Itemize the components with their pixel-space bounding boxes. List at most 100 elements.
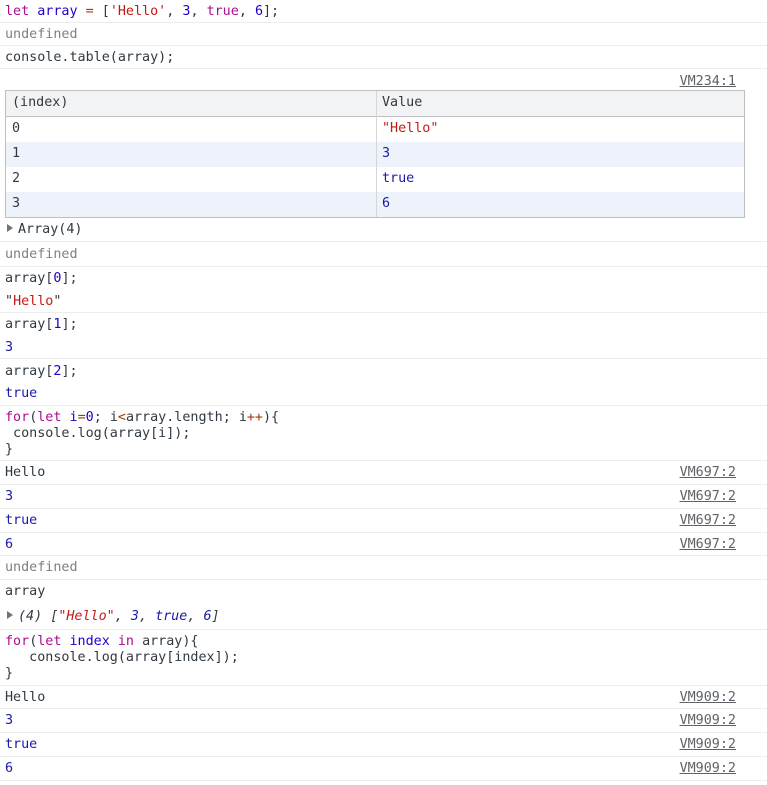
boolean-literal: true [206, 4, 239, 19]
punct: ; [222, 410, 239, 425]
keyword: for [5, 410, 30, 425]
array-length: (4) [18, 609, 43, 624]
array-preview[interactable]: (4) ["Hello", 3, true, 6] [7, 609, 220, 625]
log-row: true VM697:2 [0, 509, 767, 533]
punct: ]; [263, 4, 280, 19]
number-literal: 6 [254, 4, 263, 19]
number-literal: 3 [130, 609, 139, 624]
punct: array[ [5, 364, 54, 379]
punct: ] [211, 609, 220, 624]
operator: ++ [246, 410, 263, 425]
punct: [ [42, 609, 59, 624]
keyword: let [37, 634, 62, 649]
column-header-value[interactable]: Value [382, 95, 422, 110]
column-divider [376, 91, 377, 217]
string-literal: "Hello" [58, 609, 115, 624]
row-index: 2 [12, 171, 21, 186]
source-link[interactable]: VM234:1 [680, 74, 736, 90]
log-text: true [5, 513, 38, 528]
punct: [ [101, 4, 110, 19]
row-value: "Hello" [382, 121, 439, 136]
source-link[interactable]: VM697:2 [680, 465, 736, 481]
row-value: 6 [382, 196, 391, 211]
keyword: in [117, 634, 134, 649]
punct: array[ [5, 317, 54, 332]
source-link[interactable]: VM909:2 [680, 713, 736, 729]
quote: " [53, 294, 62, 309]
console-input-row[interactable]: array[0]; "Hello" [0, 267, 767, 313]
source-link[interactable]: VM697:2 [680, 537, 736, 553]
source-link[interactable]: VM697:2 [680, 513, 736, 529]
row-index: 1 [12, 146, 21, 161]
operator: < [117, 410, 126, 425]
log-row: Hello VM697:2 [0, 461, 767, 485]
source-link[interactable]: VM909:2 [680, 761, 736, 777]
code-line: } [5, 666, 14, 681]
console-input-row[interactable]: array (4) ["Hello", 3, true, 6] [0, 580, 767, 630]
console-result-row: undefined [0, 556, 767, 580]
punct: ]; [61, 271, 78, 286]
string-literal: 'Hello' [109, 4, 167, 19]
punct: , [190, 4, 199, 19]
console-input-row[interactable]: array[2]; true [0, 359, 767, 406]
log-text: 6 [5, 537, 14, 552]
keyword: let [37, 410, 62, 425]
expand-triangle-icon[interactable] [7, 611, 13, 619]
code-line: array[0]; [5, 271, 78, 287]
data-table: (index) Value 0 "Hello" 1 3 2 true 3 6 [5, 90, 745, 218]
keyword: for [5, 634, 30, 649]
punct: ; [93, 410, 110, 425]
punct: , [166, 4, 175, 19]
source-link[interactable]: VM697:2 [680, 489, 736, 505]
undefined-result: undefined [5, 27, 78, 42]
code-line: array[1]; [5, 317, 78, 333]
keyword: let [5, 4, 30, 19]
code-line: array[2]; [5, 364, 78, 380]
log-text: Hello [5, 690, 46, 705]
code-line: array [5, 584, 46, 599]
punct: ]; [61, 364, 78, 379]
identifier: i [109, 410, 118, 425]
console-input-row[interactable]: array[1]; 3 [0, 313, 767, 359]
column-header-index[interactable]: (index) [12, 95, 68, 110]
variable-name: array [37, 4, 78, 19]
console-input-row[interactable]: for(let index in array){ console.log(arr… [0, 630, 767, 686]
code-line: console.table(array); [5, 50, 175, 65]
code-line: for(let index in array){ [5, 634, 199, 650]
console-input-row[interactable]: let array = ['Hello', 3, true, 6]; [0, 0, 767, 23]
table-row: 1 3 [6, 142, 744, 167]
operator: = [85, 4, 94, 19]
row-index: 3 [12, 196, 21, 211]
variable-name: i [69, 410, 78, 425]
log-row: Hello VM909:2 [0, 686, 767, 709]
table-row: 3 6 [6, 192, 744, 217]
number-literal: 0 [85, 410, 94, 425]
undefined-result: undefined [5, 247, 78, 262]
log-text: 6 [5, 761, 14, 776]
undefined-result: undefined [5, 560, 78, 575]
log-row: true VM909:2 [0, 733, 767, 757]
identifier: array [142, 634, 183, 649]
punct: ]; [61, 317, 78, 332]
console-input-row[interactable]: for(let i=0; i<array.length; i++){ conso… [0, 406, 767, 461]
number-literal: 6 [203, 609, 212, 624]
variable-name: index [69, 634, 110, 649]
log-row: 6 VM697:2 [0, 533, 767, 556]
operator: = [77, 410, 86, 425]
array-summary[interactable]: Array(4) [7, 222, 83, 238]
expand-triangle-icon[interactable] [7, 224, 13, 232]
console-input-row[interactable]: console.table(array); [0, 46, 767, 69]
punct: , [114, 609, 131, 624]
code-line: } [5, 442, 14, 457]
punct: ){ [263, 410, 280, 425]
number-result: 3 [5, 340, 14, 355]
row-value: true [382, 171, 415, 186]
punct: , [187, 609, 204, 624]
console-result-row: undefined [0, 242, 767, 267]
punct: , [238, 4, 247, 19]
source-link[interactable]: VM909:2 [680, 737, 736, 753]
source-link[interactable]: VM909:2 [680, 690, 736, 706]
array-summary-label: Array(4) [18, 222, 83, 237]
code-line: console.log(array[i]); [5, 426, 191, 441]
code-line: let array = ['Hello', 3, true, 6]; [5, 4, 279, 20]
